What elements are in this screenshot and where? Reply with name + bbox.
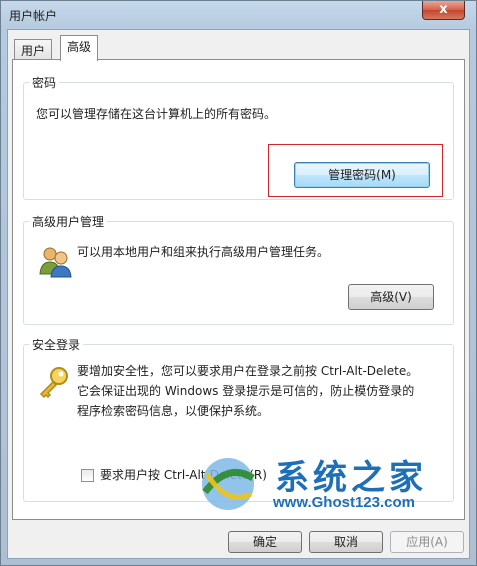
title-bar[interactable]: 用户帐户 x <box>1 1 476 29</box>
manage-passwords-button[interactable]: 管理密码(M) <box>294 162 430 188</box>
apply-button[interactable]: 应用(A) <box>390 531 464 553</box>
secure-logon-title: 安全登录 <box>29 336 84 353</box>
tab-advanced-label: 高级 <box>67 40 92 54</box>
passwords-group-title: 密码 <box>29 74 60 91</box>
watermark: 系统之家 www.Ghost123.com <box>193 452 463 518</box>
passwords-description: 您可以管理存储在这台计算机上的所有密码。 <box>36 107 277 121</box>
cancel-button[interactable]: 取消 <box>309 531 383 553</box>
advanced-tab-panel: 密码 您可以管理存储在这台计算机上的所有密码。 管理密码(M) 高级用户管理 可… <box>12 59 465 520</box>
ghost-logo-icon <box>197 454 259 514</box>
tab-advanced[interactable]: 高级 <box>60 35 99 61</box>
secure-logon-line-1: 要增加安全性，您可以要求用户在登录之前按 Ctrl-Alt-Delete。 <box>77 364 419 378</box>
require-ctrl-alt-delete-checkbox[interactable] <box>81 469 94 482</box>
tab-users-label: 用户 <box>21 44 46 58</box>
secure-logon-line-2: 它会保证出现的 Windows 登录提示是可信的，防止模仿登录的 <box>77 384 415 398</box>
key-icon <box>35 364 71 400</box>
dialog-client-area: 用户 高级 密码 您可以管理存储在这台计算机上的所有密码。 管理密码(M) 高级… <box>7 29 470 559</box>
advanced-user-management-title: 高级用户管理 <box>29 213 108 230</box>
ok-button[interactable]: 确定 <box>228 531 302 553</box>
secure-logon-line-3: 程序检索密码信息，以便保护系统。 <box>77 404 270 418</box>
watermark-title: 系统之家 <box>275 458 427 498</box>
advanced-button[interactable]: 高级(V) <box>348 284 434 310</box>
close-icon: x <box>439 2 448 17</box>
advanced-user-management-description: 可以用本地用户和组来执行高级用户管理任务。 <box>77 245 330 259</box>
watermark-url: www.Ghost123.com <box>273 494 415 511</box>
user-accounts-window: 用户帐户 x 用户 高级 密码 您可以管理存储在这台计算机上的所有密码。 管理密… <box>0 0 477 566</box>
tab-users[interactable]: 用户 <box>14 39 53 61</box>
close-button[interactable]: x <box>422 1 465 20</box>
users-icon <box>37 244 73 280</box>
window-title: 用户帐户 <box>9 9 58 23</box>
